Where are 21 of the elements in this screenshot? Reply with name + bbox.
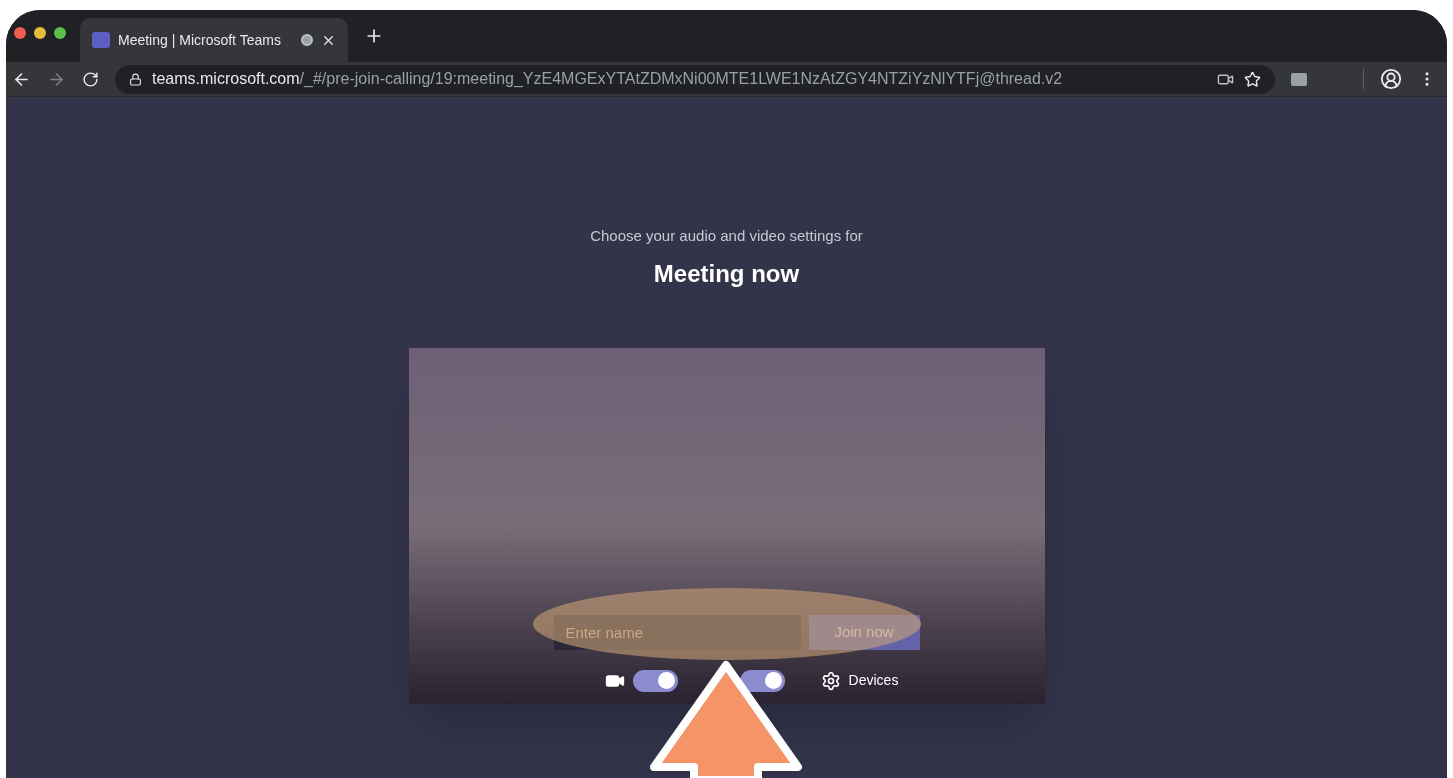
meeting-title: Meeting now (653, 258, 800, 289)
maximize-window-icon[interactable] (54, 27, 66, 39)
devices-button[interactable]: Devices (820, 670, 899, 691)
toggle-switch[interactable] (632, 669, 678, 692)
name-field[interactable]: Enter name (553, 614, 801, 650)
tab-title: Meeting | Microsoft Teams (118, 30, 281, 50)
close-window-icon[interactable] (14, 27, 26, 39)
url-text: teams.microsoft.com/_#/pre-join-calling/19:meeting_YzE4MGExYTAtZDMxNi00MTE1LWE1NzAtZGY4NTZiYzNlYTFj@thread.v2 (152, 69, 1063, 89)
subtitle: Choose your audio and video settings for (590, 226, 863, 246)
teams-logo-icon (92, 32, 110, 48)
recording-icon (301, 34, 313, 46)
bookmark-star-icon[interactable] (1244, 70, 1261, 88)
browser-tab[interactable]: Meeting | Microsoft Teams (80, 18, 348, 62)
extension-icon[interactable] (1291, 72, 1307, 86)
profile-icon[interactable] (1380, 68, 1402, 90)
toggle-switch[interactable] (739, 669, 785, 692)
reload-icon[interactable] (82, 70, 99, 88)
lock-icon (129, 72, 142, 86)
settings-icon (820, 670, 841, 691)
minimize-window-icon[interactable] (34, 27, 46, 39)
address-bar[interactable]: teams.microsoft.com/_#/pre-join-calling/19:meeting_YzE4MGExYTAtZDMxNi00MTE1LWE1NzAtZGY4NTZiYzNlYTFj@thread.v2 (115, 64, 1275, 94)
